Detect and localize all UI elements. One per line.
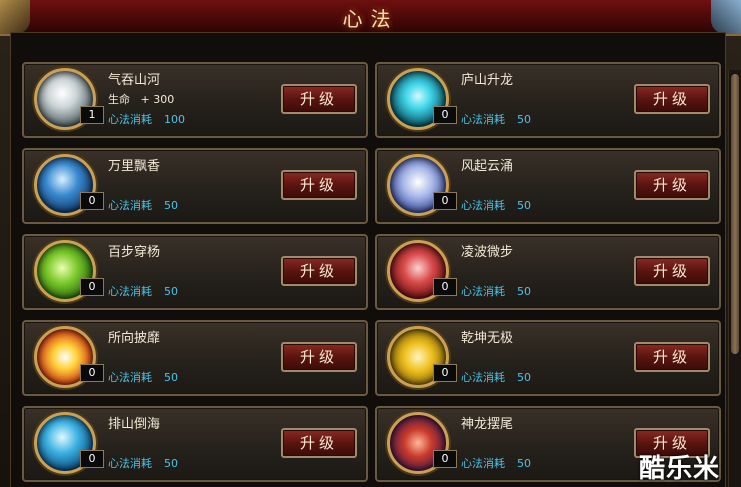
upgrade-button[interactable]: 升级 [281,170,357,200]
skill-cost: 心法消耗 50 [108,197,178,213]
skill-card: 0 百步穿杨 心法消耗 50 升级 [22,234,368,310]
skill-name: 万里飘香 [108,159,161,174]
skill-name: 排山倒海 [108,417,161,432]
skill-name: 庐山升龙 [461,73,514,88]
effect-label: 生命 [108,93,130,106]
skill-name: 乾坤无极 [461,331,514,346]
upgrade-button[interactable]: 升级 [281,342,357,372]
cost-label: 心法消耗 [108,113,152,126]
skill-card: 0 万里飘香 心法消耗 50 升级 [22,148,368,224]
cost-label: 心法消耗 [461,457,505,470]
skill-cost: 心法消耗 50 [461,111,531,127]
upgrade-button[interactable]: 升级 [281,256,357,286]
title-bar: 心法 [0,0,741,36]
cost-label: 心法消耗 [108,199,152,212]
cost-value: 50 [517,113,531,126]
skill-name: 百步穿杨 [108,245,161,260]
upgrade-button[interactable]: 升级 [281,84,357,114]
cost-value: 50 [517,457,531,470]
skill-level: 0 [433,364,457,382]
skill-cost: 心法消耗 50 [108,283,178,299]
skill-level: 0 [80,192,104,210]
watermark: 酷乐米 [639,454,721,484]
skill-cost: 心法消耗 50 [461,197,531,213]
skill-cost: 心法消耗 50 [108,369,178,385]
skill-card: 0 乾坤无极 心法消耗 50 升级 [375,320,721,396]
upgrade-button[interactable]: 升级 [634,84,710,114]
upgrade-button[interactable]: 升级 [634,342,710,372]
upgrade-button[interactable]: 升级 [281,428,357,458]
skill-cost: 心法消耗 50 [461,369,531,385]
skill-cost: 心法消耗 100 [108,111,185,127]
skill-cost: 心法消耗 50 [108,455,178,471]
cost-label: 心法消耗 [108,371,152,384]
skill-cost: 心法消耗 50 [461,283,531,299]
cost-label: 心法消耗 [461,285,505,298]
skill-card: 0 庐山升龙 心法消耗 50 升级 [375,62,721,138]
close-icon[interactable] [711,0,741,34]
skill-card: 0 凌波微步 心法消耗 50 升级 [375,234,721,310]
skill-effect: 生命 + 300 [108,91,174,107]
cost-value: 50 [517,199,531,212]
skill-level: 1 [80,106,104,124]
scrollbar-thumb[interactable] [731,74,739,354]
skill-card: 0 风起云涌 心法消耗 50 升级 [375,148,721,224]
cost-value: 50 [517,285,531,298]
skill-name: 气吞山河 [108,73,161,88]
skill-level: 0 [80,364,104,382]
skill-card: 0 排山倒海 心法消耗 50 升级 [22,406,368,482]
skill-cost: 心法消耗 50 [461,455,531,471]
skill-level: 0 [433,106,457,124]
skill-name: 风起云涌 [461,159,514,174]
skill-name: 所向披靡 [108,331,161,346]
skill-level: 0 [433,192,457,210]
skill-level: 0 [433,278,457,296]
skill-card: 1 气吞山河 生命 + 300 心法消耗 100 升级 [22,62,368,138]
cost-label: 心法消耗 [461,371,505,384]
window-title: 心法 [342,7,399,31]
cost-value: 50 [164,199,178,212]
cost-value: 50 [164,285,178,298]
upgrade-button[interactable]: 升级 [634,256,710,286]
cost-value: 50 [164,371,178,384]
cost-value: 100 [164,113,185,126]
skill-level: 0 [433,450,457,468]
upgrade-button[interactable]: 升级 [634,170,710,200]
cost-value: 50 [517,371,531,384]
cost-label: 心法消耗 [461,113,505,126]
skill-level: 0 [80,450,104,468]
skill-name: 凌波微步 [461,245,514,260]
cost-label: 心法消耗 [108,457,152,470]
effect-value: + 300 [140,93,175,106]
cost-value: 50 [164,457,178,470]
cost-label: 心法消耗 [461,199,505,212]
cost-label: 心法消耗 [108,285,152,298]
skill-name: 神龙摆尾 [461,417,514,432]
scrollbar[interactable] [728,70,741,487]
skill-level: 0 [80,278,104,296]
skill-card: 0 所向披靡 心法消耗 50 升级 [22,320,368,396]
